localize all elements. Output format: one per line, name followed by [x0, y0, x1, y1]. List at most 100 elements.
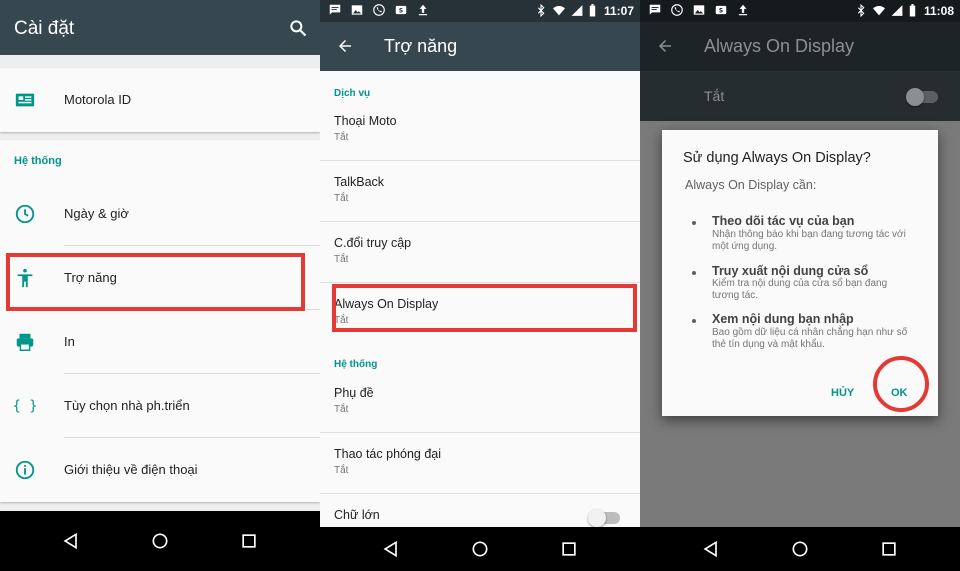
wifi-icon: [872, 4, 886, 17]
back-arrow-icon[interactable]: [336, 37, 354, 55]
section-header-system: Hệ thống: [334, 359, 378, 370]
settings-item-label: In: [64, 334, 75, 349]
system-item-status: Tắt: [334, 465, 349, 476]
system-item-captions[interactable]: Phụ đề Tắt: [320, 372, 640, 433]
upload-notification-icon: [416, 3, 430, 17]
back-nav-icon[interactable]: [701, 539, 721, 559]
image-notification-icon: [692, 3, 706, 17]
signal-icon: [570, 4, 584, 17]
system-item-magnification[interactable]: Thao tác phóng đại Tắt: [320, 433, 640, 494]
service-item-talkback[interactable]: TalkBack Tắt: [320, 161, 640, 222]
info-icon: [14, 459, 36, 481]
settings-item-label: Motorola ID: [64, 92, 132, 107]
home-nav-icon[interactable]: [150, 531, 170, 551]
settings-toolbar: Cài đặt: [0, 0, 320, 55]
permission-desc: Kiểm tra nội dung của cửa sổ bạn đang tư…: [712, 278, 888, 301]
signal-icon: [890, 4, 904, 17]
accessibility-screen: S 11:07 Trợ năng Dịch vụ Thoại Moto Tắt …: [320, 0, 640, 571]
always-on-display-toolbar: Always On Display: [640, 22, 960, 71]
service-status: Tắt: [334, 254, 349, 265]
page-title: Trợ năng: [384, 36, 458, 56]
navigation-bar: [320, 527, 640, 571]
status-bar: S 11:08: [640, 0, 960, 22]
page-title: Cài đặt: [14, 18, 75, 39]
dialog-title: Sử dụng Always On Display?: [683, 150, 871, 166]
back-nav-icon[interactable]: [381, 539, 401, 559]
permission-desc: Bao gồm dữ liệu cá nhân chẳng hạn như số…: [712, 327, 908, 350]
system-item-title: Phụ đề: [334, 386, 374, 400]
phone-notification-icon: [372, 3, 386, 17]
svg-text:S: S: [719, 8, 723, 14]
navigation-bar: [640, 527, 960, 571]
settings-item-print[interactable]: In: [0, 310, 320, 374]
service-toggle[interactable]: [906, 88, 938, 106]
bullet-icon: [692, 319, 696, 323]
highlight-circle: [873, 356, 929, 412]
phone-notification-icon: [670, 3, 684, 17]
wifi-icon: [552, 4, 566, 17]
settings-item-label: Tùy chọn nhà ph.triển: [64, 398, 190, 413]
system-item-title: Thao tác phóng đại: [334, 447, 442, 461]
system-item-status: Tắt: [334, 404, 349, 415]
system-item-title: Chữ lớn: [334, 508, 380, 522]
upload-notification-icon: [736, 3, 750, 17]
app-notification-icon: S: [714, 3, 728, 17]
print-icon: [14, 331, 36, 353]
large-text-toggle[interactable]: [588, 509, 620, 527]
service-title: C.đổi truy cập: [334, 236, 412, 250]
message-notification-icon: [648, 3, 662, 17]
service-item-switch-access[interactable]: C.đổi truy cập Tắt: [320, 222, 640, 283]
service-item-moto-voice[interactable]: Thoại Moto Tắt: [320, 100, 640, 161]
settings-item-date-time[interactable]: Ngày & giờ: [0, 182, 320, 246]
bluetooth-icon: [854, 4, 868, 17]
service-title: Thoại Moto: [334, 114, 397, 128]
accessibility-toolbar: Trợ năng: [320, 22, 640, 71]
status-time: 11:08: [923, 4, 954, 18]
permission-desc: Nhận thông báo khi bạn đang tương tác vớ…: [712, 229, 906, 252]
app-notification-icon: S: [394, 3, 408, 17]
message-notification-icon: [328, 3, 342, 17]
settings-item-about-phone[interactable]: Giới thiệu về điện thoại: [0, 438, 320, 502]
section-header-system: Hệ thống: [14, 155, 62, 167]
toggle-knob: [588, 509, 606, 527]
always-on-display-screen: S 11:08 Always On Display Tắt Sử dụng Al…: [640, 0, 960, 571]
image-notification-icon: [350, 3, 364, 17]
system-card: Hệ thống Ngày & giờ Trợ năng In { }: [0, 140, 320, 502]
svg-text:S: S: [399, 8, 403, 14]
switch-label: Tắt: [704, 88, 725, 104]
navigation-bar: [0, 511, 320, 571]
recents-nav-icon[interactable]: [879, 539, 899, 559]
service-status: Tắt: [334, 132, 349, 143]
back-nav-icon[interactable]: [61, 531, 81, 551]
settings-item-developer-options[interactable]: { } Tùy chọn nhà ph.triển: [0, 374, 320, 438]
battery-icon: [908, 4, 917, 17]
settings-screen: Cài đặt Motorola ID Hệ thống Ngày & giờ …: [0, 0, 320, 571]
battery-icon: [588, 4, 597, 17]
highlight-box: [332, 284, 637, 332]
toggle-knob: [906, 88, 924, 106]
highlight-box: [6, 253, 305, 311]
cancel-button[interactable]: HỦY: [831, 387, 854, 399]
clock-icon: [14, 203, 36, 225]
svg-text:{ }: { }: [14, 399, 36, 415]
status-bar: S 11:07: [320, 0, 640, 22]
master-switch-bar: Tắt: [640, 71, 960, 121]
bullet-icon: [692, 221, 696, 225]
back-arrow-icon[interactable]: [656, 37, 674, 55]
status-time: 11:07: [603, 4, 634, 18]
permission-title: Theo dõi tác vụ của bạn: [712, 214, 855, 228]
settings-item-label: Giới thiệu về điện thoại: [64, 462, 198, 477]
recents-nav-icon[interactable]: [559, 539, 579, 559]
settings-item-motorola-id[interactable]: Motorola ID: [0, 68, 320, 132]
page-title: Always On Display: [704, 36, 855, 56]
dialog-subtitle: Always On Display cần:: [685, 178, 817, 192]
home-nav-icon[interactable]: [470, 539, 490, 559]
account-card: Motorola ID: [0, 68, 320, 132]
search-icon[interactable]: [288, 18, 308, 38]
braces-icon: { }: [14, 395, 36, 417]
bullet-icon: [692, 271, 696, 275]
account-card-icon: [14, 89, 36, 111]
home-nav-icon[interactable]: [790, 539, 810, 559]
recents-nav-icon[interactable]: [239, 531, 259, 551]
permission-title: Xem nội dung bạn nhập: [712, 312, 854, 326]
